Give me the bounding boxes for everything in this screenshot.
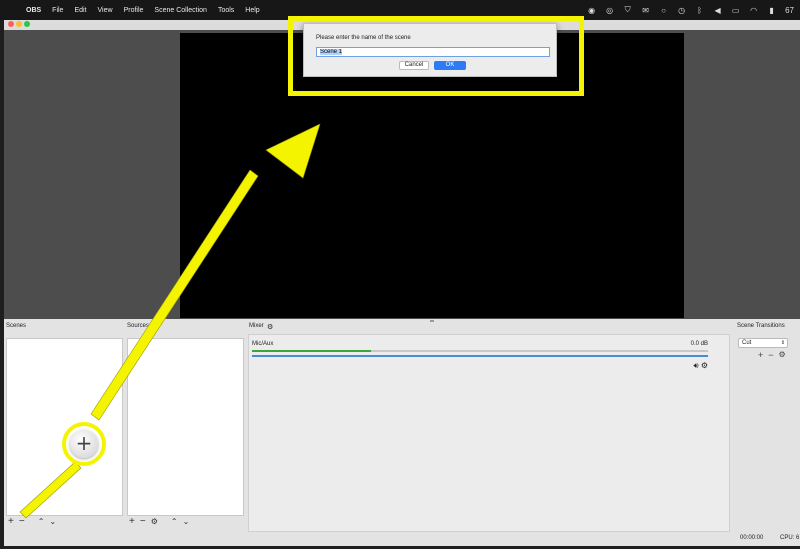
clock-icon[interactable]: ◷	[677, 6, 686, 15]
transition-toolbar: + − ⚙	[758, 350, 786, 360]
status-bar: 00:00:00 CPU: 6	[4, 532, 800, 546]
status-cpu: CPU: 6	[780, 535, 800, 541]
highlight-circle: +	[62, 422, 106, 466]
plus-icon[interactable]: +	[70, 430, 98, 458]
transition-gear-icon[interactable]: ⚙	[779, 350, 786, 360]
scene-up-button[interactable]: ⌃	[38, 517, 45, 527]
mixer-track-name: Mic/Aux	[252, 341, 274, 347]
transitions-header: Scene Transitions	[737, 323, 785, 329]
status-time: 00:00:00	[740, 535, 764, 541]
scenes-toolbar: + − ⌃ ⌄	[8, 516, 56, 528]
source-up-button[interactable]: ⌃	[171, 517, 178, 527]
audio-level-meter	[252, 350, 371, 352]
menu-tools[interactable]: Tools	[218, 7, 234, 14]
transition-selected-value: Cut	[742, 340, 752, 346]
wifi-icon[interactable]: ◠	[749, 6, 758, 15]
mixer-gear-icon[interactable]: ⚙	[267, 323, 273, 331]
scenes-list[interactable]	[6, 338, 123, 516]
audio-level-meter-empty	[371, 350, 708, 352]
battery-icon[interactable]: ▮	[767, 6, 776, 15]
add-scene-button[interactable]: +	[8, 517, 14, 527]
mixer-track: Mic/Aux 0.0 dB 🔊︎ ⚙	[252, 341, 708, 371]
minimize-window-icon[interactable]	[16, 21, 22, 27]
sources-list[interactable]	[127, 338, 244, 516]
remove-scene-button[interactable]: −	[19, 517, 25, 527]
source-settings-gear-icon[interactable]: ⚙	[151, 517, 158, 527]
close-window-icon[interactable]	[8, 21, 14, 27]
menu-view[interactable]: View	[98, 7, 113, 14]
menu-help[interactable]: Help	[245, 7, 259, 14]
bluetooth-icon[interactable]: ᛒ	[695, 6, 704, 15]
highlight-rectangle	[288, 16, 584, 96]
ring-icon[interactable]: ○	[659, 6, 668, 15]
mixer-db-value: 0.0 dB	[690, 341, 708, 347]
sources-header: Sources	[127, 323, 150, 329]
mixer-header: Mixer	[249, 323, 264, 329]
zoom-window-icon[interactable]	[24, 21, 30, 27]
obs-window: Scenes Sources Mixer ⚙ Scene Transitions…	[4, 20, 800, 546]
menu-profile[interactable]: Profile	[124, 7, 144, 14]
battery-percent: 67	[785, 5, 794, 15]
add-transition-button[interactable]: +	[758, 350, 763, 360]
menu-scene-collection[interactable]: Scene Collection	[154, 7, 207, 14]
status-icons: ◉ ◎ ⛉ ✉ ○ ◷ ᛒ ◀ ▭ ◠ ▮ 67	[587, 0, 794, 20]
splitter-handle[interactable]	[430, 320, 434, 322]
remove-transition-button[interactable]: −	[768, 350, 773, 360]
menu-file[interactable]: File	[52, 7, 63, 14]
circle-icon[interactable]: ◎	[605, 6, 614, 15]
menu-app-name[interactable]: OBS	[26, 7, 41, 14]
mixer-controls: 🔊︎ ⚙	[694, 361, 708, 371]
scenes-header: Scenes	[6, 323, 27, 329]
shield-icon[interactable]: ⛉	[623, 5, 632, 15]
volume-fader[interactable]	[252, 355, 708, 357]
display-icon[interactable]: ▭	[731, 6, 740, 15]
mixer-track-gear-icon[interactable]: ⚙	[701, 361, 708, 370]
mail-icon[interactable]: ✉	[641, 6, 650, 15]
transition-select[interactable]: Cut ⇕	[738, 338, 788, 348]
speaker-status-icon[interactable]: ◀	[713, 6, 722, 15]
speaker-icon[interactable]: 🔊︎	[694, 361, 699, 370]
remove-source-button[interactable]: −	[140, 517, 146, 527]
add-source-button[interactable]: +	[129, 517, 135, 527]
menu-edit[interactable]: Edit	[74, 7, 86, 14]
source-down-button[interactable]: ⌄	[183, 517, 190, 527]
chevron-updown-icon: ⇕	[780, 340, 785, 346]
sources-toolbar: + − ⚙ ⌃ ⌄	[129, 516, 189, 528]
mixer-panel: Mic/Aux 0.0 dB 🔊︎ ⚙	[248, 334, 730, 532]
scene-down-button[interactable]: ⌄	[49, 517, 56, 527]
record-icon[interactable]: ◉	[587, 6, 596, 15]
